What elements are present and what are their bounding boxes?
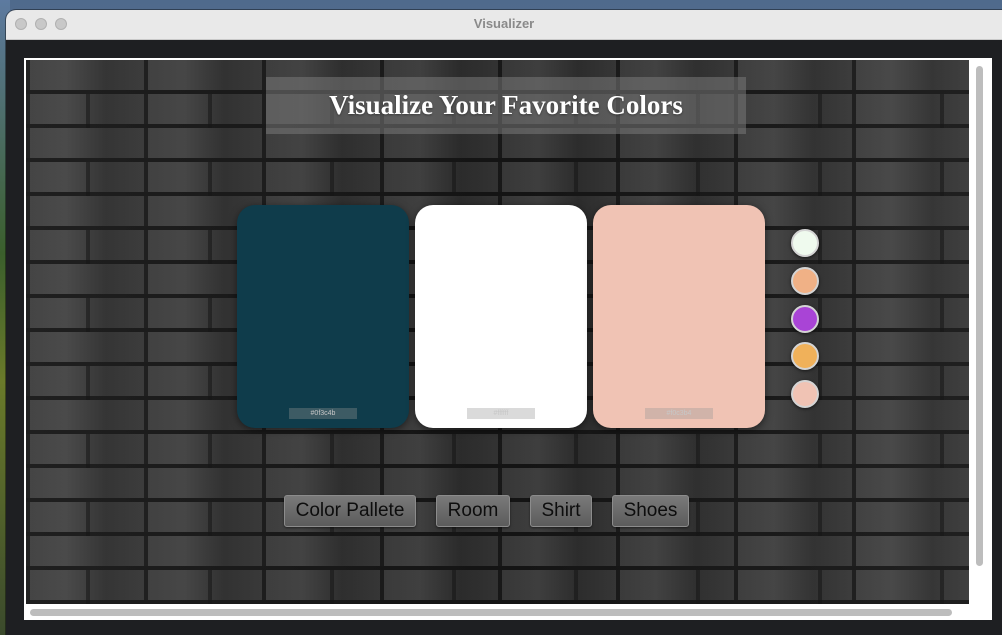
- brick-wall-canvas: Visualize Your Favorite Colors #0f3c4b #…: [26, 60, 969, 604]
- shoes-button[interactable]: Shoes: [612, 495, 689, 527]
- color-swatch-5[interactable]: [791, 380, 819, 408]
- palette-card-3[interactable]: #f0c3b4: [593, 205, 765, 428]
- color-swatch-4[interactable]: [791, 342, 819, 370]
- palette-card-1-hex-label: #0f3c4b: [289, 408, 357, 419]
- palette-card-1[interactable]: #0f3c4b: [237, 205, 409, 428]
- color-swatch-3[interactable]: [791, 305, 819, 333]
- color-swatch-2[interactable]: [791, 267, 819, 295]
- window-title: Visualizer: [473, 16, 535, 31]
- page-title: Visualize Your Favorite Colors: [329, 90, 683, 120]
- horizontal-scrollbar-thumb[interactable]: [30, 609, 952, 616]
- shirt-button[interactable]: Shirt: [530, 495, 592, 527]
- palette-card-2-hex-label: #ffffff: [467, 408, 535, 419]
- color-palette-button[interactable]: Color Pallete: [284, 495, 416, 527]
- heading-banner: Visualize Your Favorite Colors: [266, 77, 746, 134]
- vertical-scrollbar-thumb[interactable]: [976, 66, 983, 566]
- room-button[interactable]: Room: [436, 495, 510, 527]
- content-frame: Visualize Your Favorite Colors #0f3c4b #…: [24, 58, 992, 620]
- app-window: Visualizer Visualize Your Favorite Color…: [6, 10, 1002, 635]
- title-bar[interactable]: Visualizer: [6, 10, 1002, 40]
- palette-card-3-hex-label: #f0c3b4: [645, 408, 713, 419]
- palette-card-2[interactable]: #ffffff: [415, 205, 587, 428]
- color-swatch-1[interactable]: [791, 229, 819, 257]
